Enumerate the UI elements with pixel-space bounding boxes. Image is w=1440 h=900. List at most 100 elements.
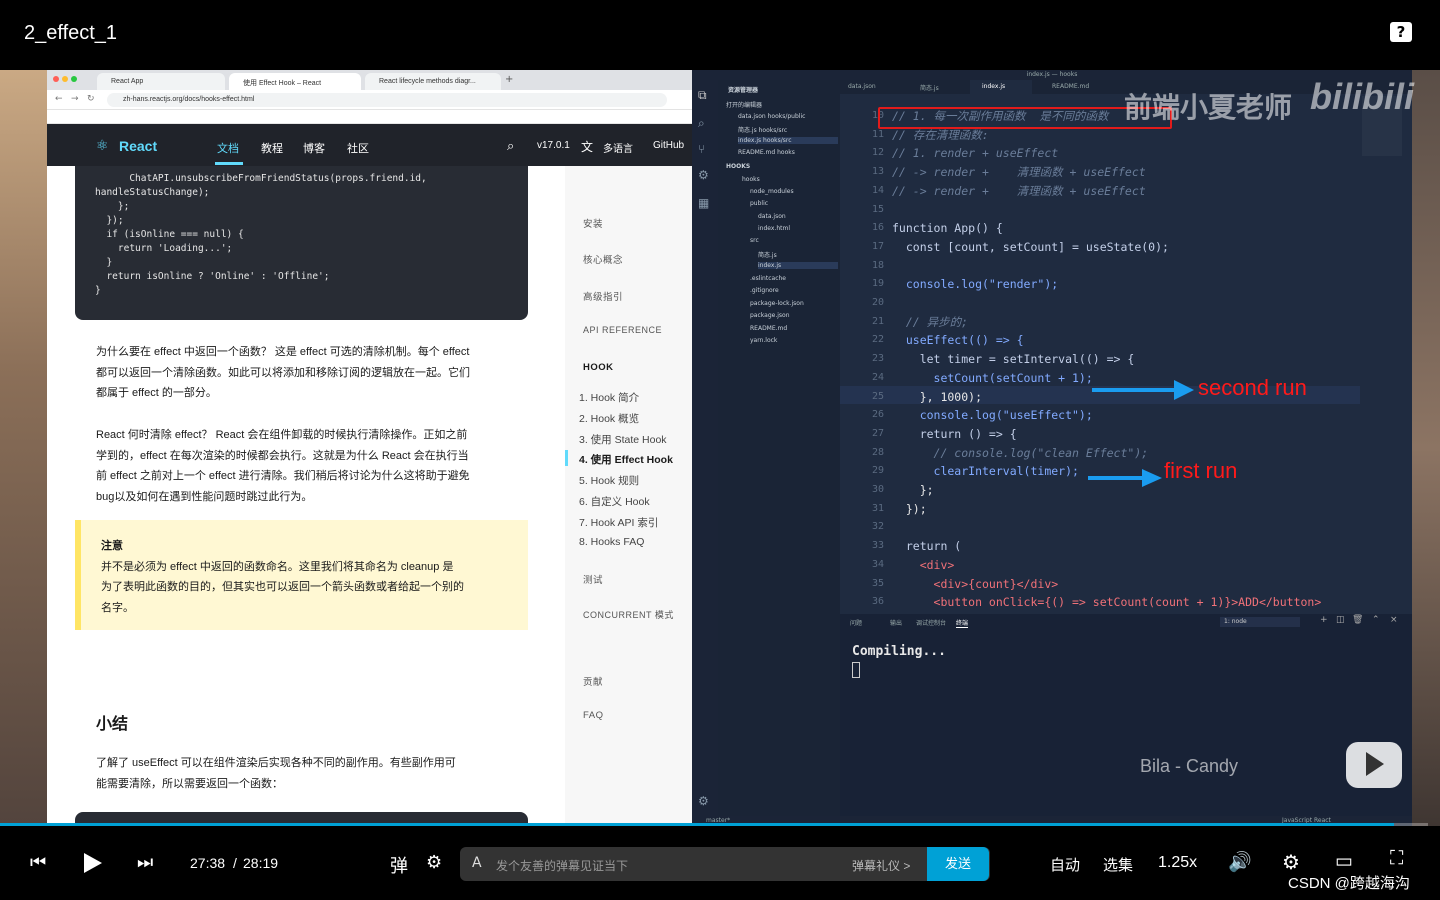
editor-tab[interactable]: README.md — [1052, 83, 1089, 90]
code-line[interactable]: let timer = setInterval(() => { — [892, 350, 1412, 369]
danmaku-etiquette-link[interactable]: 弹幕礼仪 > — [852, 857, 910, 874]
editor-tab[interactable]: data.json — [848, 83, 876, 90]
terminal-cursor[interactable] — [852, 662, 860, 678]
back-icon[interactable]: ← — [55, 94, 63, 104]
tree-item[interactable]: index.js — [758, 262, 838, 269]
help-button[interactable]: ? — [1390, 22, 1412, 42]
sidebar-item-hook-api[interactable]: 7. Hook API 索引 — [579, 515, 658, 530]
code-line[interactable]: useEffect(() => { — [892, 331, 1412, 350]
forward-icon[interactable]: → — [71, 94, 79, 104]
send-button[interactable]: 发送 — [927, 847, 989, 881]
react-logo-text[interactable]: React — [119, 138, 157, 154]
code-line[interactable] — [892, 201, 1412, 220]
previous-icon[interactable]: ⏮ — [30, 852, 46, 873]
code-line[interactable]: console.log("render"); — [892, 275, 1412, 294]
sidebar-section-advanced[interactable]: 高级指引 — [583, 289, 623, 303]
play-icon[interactable] — [82, 851, 104, 875]
tree-item[interactable]: node_modules — [750, 188, 794, 195]
code-line[interactable]: const [count, setCount] = useState(0); — [892, 238, 1412, 257]
sidebar-item-hook-overview[interactable]: 2. Hook 概览 — [579, 411, 639, 426]
reload-icon[interactable]: ↻ — [87, 94, 95, 104]
next-icon[interactable]: ⏭ — [137, 852, 153, 873]
code-line[interactable]: <div> — [892, 556, 1412, 575]
code-line[interactable]: return ( — [892, 537, 1412, 556]
danmaku-settings-icon[interactable]: ⚙ — [426, 852, 442, 873]
panel-tab[interactable]: 输出 — [890, 618, 902, 627]
sidebar-item-hooks-faq[interactable]: 8. Hooks FAQ — [579, 536, 644, 548]
code-line[interactable]: <button onClick={() => setCount(count + … — [892, 593, 1412, 612]
text-style-icon[interactable]: A — [472, 855, 482, 871]
tree-item[interactable]: .eslintcache — [750, 275, 786, 282]
extensions-icon[interactable]: ▦ — [698, 196, 709, 210]
tree-item[interactable]: index.html — [758, 225, 790, 232]
picture-in-picture-icon[interactable]: ▭ — [1335, 850, 1353, 873]
minimize-dot-icon[interactable] — [62, 76, 68, 82]
sidebar-section-hook[interactable]: HOOK — [583, 362, 614, 373]
tree-item[interactable]: data.json — [758, 213, 786, 220]
danmaku-toggle-icon[interactable]: 弹 — [390, 852, 408, 878]
fullscreen-icon[interactable]: ⛶ — [1390, 848, 1403, 870]
tree-item[interactable]: 简态.js — [758, 250, 777, 259]
code-line[interactable]: function App() { — [892, 219, 1412, 238]
chevron-up-icon[interactable]: ⌃ — [1372, 615, 1380, 625]
nav-link-docs[interactable]: 文档 — [217, 140, 239, 156]
tree-item[interactable]: src — [750, 237, 759, 244]
tree-item[interactable]: .gitignore — [750, 287, 779, 294]
open-file-item[interactable]: 简态.js hooks/src — [738, 125, 787, 134]
volume-icon[interactable]: 🔊 — [1228, 850, 1252, 874]
maximize-dot-icon[interactable] — [71, 76, 77, 82]
danmaku-input[interactable]: A 发个友善的弹幕见证当下 弹幕礼仪 > — [460, 847, 990, 881]
sidebar-section-testing[interactable]: 测试 — [583, 572, 603, 586]
new-tab-icon[interactable]: + — [505, 74, 513, 85]
project-header[interactable]: HOOKS — [726, 163, 750, 170]
version-link[interactable]: v17.0.1 — [537, 140, 570, 151]
panel-tab-active[interactable]: 终端 — [956, 618, 969, 628]
code-line[interactable]: // console.log("clean Effect"); — [892, 444, 1412, 463]
code-line[interactable]: return () => { — [892, 425, 1412, 444]
quality-button[interactable]: 自动 — [1050, 854, 1080, 875]
sidebar-section-faq[interactable]: FAQ — [583, 710, 604, 721]
sidebar-section-concurrent[interactable]: CONCURRENT 模式 — [583, 608, 674, 621]
code-line[interactable]: // 异步的; — [892, 313, 1412, 332]
sidebar-item-effect-hook[interactable]: 4. 使用 Effect Hook — [579, 452, 673, 467]
panel-tab[interactable]: 问题 — [850, 618, 862, 627]
open-file-item[interactable]: index.js hooks/src — [738, 137, 838, 144]
browser-tab[interactable]: React App — [97, 73, 225, 90]
tree-item[interactable]: yarn.lock — [750, 337, 777, 344]
code-line[interactable]: <div>{count}</div> — [892, 575, 1412, 594]
open-file-item[interactable]: README.md hooks — [738, 149, 795, 156]
browser-tab[interactable]: React lifecycle methods diagr... — [365, 73, 501, 90]
code-editor[interactable]: data.json 简态.js index.js README.md 10// … — [840, 80, 1412, 614]
bilibili-tv-icon[interactable] — [1346, 742, 1402, 788]
code-line[interactable]: // -> render + 清理函数 + useEffect — [892, 182, 1412, 201]
sidebar-item-custom-hook[interactable]: 6. 自定义 Hook — [579, 494, 650, 509]
tree-item[interactable]: package.json — [750, 312, 790, 319]
github-link[interactable]: GitHub — [653, 140, 684, 151]
files-icon[interactable]: ⧉ — [698, 88, 707, 103]
sidebar-item-hook-intro[interactable]: 1. Hook 简介 — [579, 390, 639, 405]
open-file-item[interactable]: data.json hooks/public — [738, 113, 805, 120]
speed-button[interactable]: 1.25x — [1158, 854, 1197, 872]
editor-tab[interactable]: 简态.js — [920, 83, 939, 92]
code-line[interactable] — [892, 294, 1412, 313]
split-terminal-icon[interactable]: ◫ — [1336, 615, 1345, 625]
code-line[interactable] — [892, 257, 1412, 276]
nav-link-community[interactable]: 社区 — [347, 140, 369, 156]
close-dot-icon[interactable] — [53, 76, 59, 82]
sidebar-item-state-hook[interactable]: 3. 使用 State Hook — [579, 432, 667, 447]
open-editors-header[interactable]: 打开的编辑器 — [726, 100, 762, 109]
nav-link-blog[interactable]: 博客 — [303, 140, 325, 156]
tree-item[interactable]: package-lock.json — [750, 300, 804, 307]
language-link[interactable]: 多语言 — [603, 140, 633, 155]
source-control-icon[interactable]: ⑂ — [698, 142, 705, 156]
search-icon[interactable]: ⌕ — [698, 116, 705, 131]
sidebar-section-concepts[interactable]: 核心概念 — [583, 252, 623, 266]
settings-gear-icon[interactable]: ⚙ — [698, 794, 709, 808]
sidebar-section-install[interactable]: 安装 — [583, 216, 603, 230]
translate-icon[interactable]: 文 — [581, 138, 593, 155]
address-bar[interactable]: zh-hans.reactjs.org/docs/hooks-effect.ht… — [107, 93, 667, 107]
trash-icon[interactable]: 🗑 — [1352, 615, 1363, 625]
tree-item[interactable]: public — [750, 200, 768, 207]
tree-item[interactable]: README.md — [750, 325, 787, 332]
terminal-select[interactable]: 1: node — [1220, 617, 1300, 627]
